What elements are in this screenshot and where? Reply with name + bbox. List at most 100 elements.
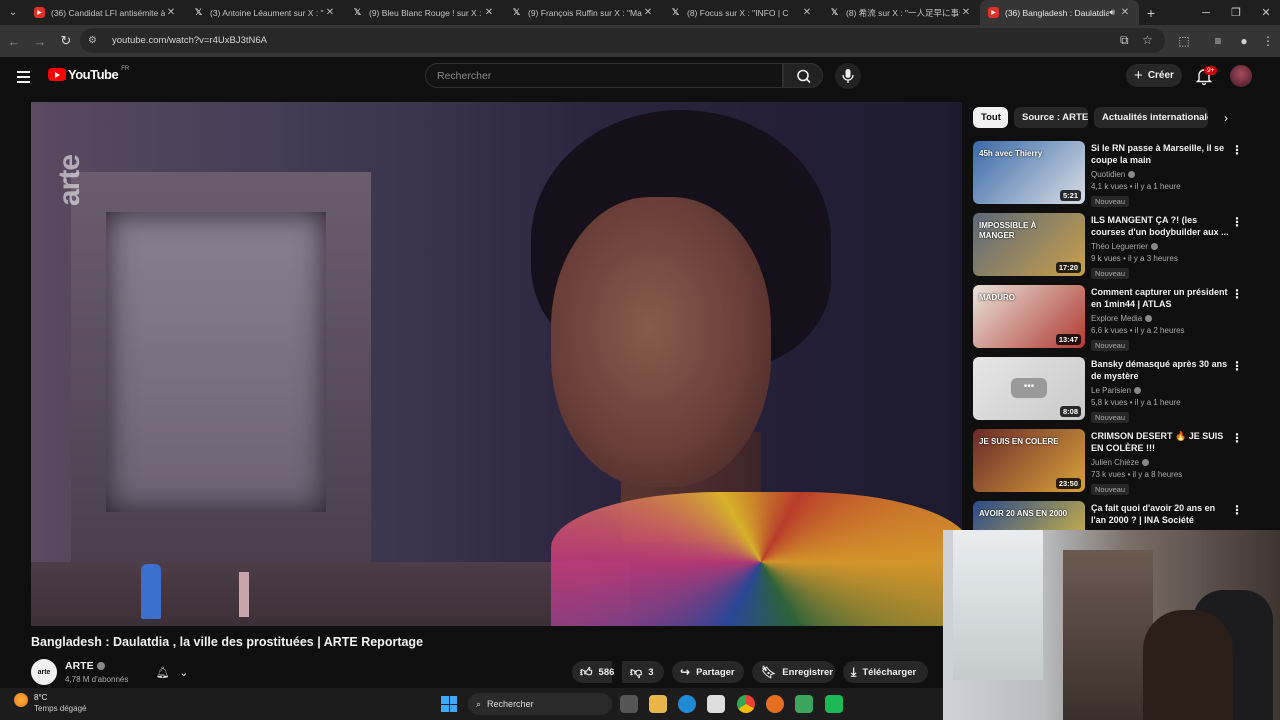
- recommendation-item[interactable]: 45h avec Thierry 5:21 Si le RN passe à M…: [973, 141, 1243, 207]
- recommendation-meta: 73 k vues • il y a 8 heures: [1091, 470, 1183, 479]
- video-thumbnail[interactable]: 45h avec Thierry 5:21: [973, 141, 1085, 204]
- close-tab-icon[interactable]: ✕: [324, 7, 336, 18]
- channel-avatar[interactable]: arte: [31, 659, 57, 685]
- close-tab-icon[interactable]: ✕: [642, 7, 654, 18]
- tab-search-chevron-icon[interactable]: ⌄: [0, 0, 26, 25]
- forward-icon[interactable]: →: [28, 29, 52, 53]
- profile-icon[interactable]: ●: [1232, 29, 1256, 53]
- close-tab-icon[interactable]: ✕: [1119, 7, 1131, 18]
- browser-tab[interactable]: 𝕏 (8) 希流 sur X : "一人足早に事件 ✕: [821, 0, 980, 25]
- file-explorer-icon[interactable]: [649, 695, 667, 713]
- more-options-icon[interactable]: ⋮: [1231, 143, 1243, 157]
- task-view-icon[interactable]: [620, 695, 638, 713]
- video-player[interactable]: arte: [31, 102, 962, 626]
- save-button[interactable]: 🔖︎ Enregistrer: [752, 661, 835, 683]
- download-button[interactable]: ⤓ Télécharger: [843, 661, 928, 683]
- video-thumbnail[interactable]: IMPOSSIBLE À MANGER 17:20: [973, 213, 1085, 276]
- taskbar-search[interactable]: ⌕ Rechercher: [468, 693, 612, 715]
- recommendation-channel[interactable]: Explore Media: [1091, 314, 1229, 323]
- create-button[interactable]: + Créer: [1126, 64, 1182, 87]
- recommendation-channel[interactable]: Théo Leguerrier: [1091, 242, 1229, 251]
- recommendation-title[interactable]: ILS MANGENT ÇA ?! (les courses d'un body…: [1091, 214, 1229, 238]
- verified-icon: [96, 662, 105, 670]
- browser-tab[interactable]: 𝕏 (9) Bleu Blanc Rouge ! sur X : ✕: [344, 0, 503, 25]
- video-thumbnail[interactable]: JE SUIS EN COLERE 23:50: [973, 429, 1085, 492]
- recommendation-title[interactable]: Bansky démasqué après 30 ans de mystère: [1091, 358, 1229, 382]
- tab-title: (36) Bangladesh : Daulatdia: [1005, 7, 1110, 18]
- recommendation-title[interactable]: Si le RN passe à Marseille, il se coupe …: [1091, 142, 1229, 166]
- reload-icon[interactable]: ↻: [54, 29, 78, 53]
- share-button[interactable]: ↪ Partager: [672, 661, 744, 683]
- store-icon[interactable]: [707, 695, 725, 713]
- weather-temperature[interactable]: 8°C: [34, 693, 47, 702]
- taskbar-search-label: Rechercher: [487, 699, 534, 709]
- maximize-icon[interactable]: ❐: [1220, 0, 1252, 25]
- cast-icon[interactable]: ⧉: [1120, 33, 1129, 48]
- bookmark-star-icon[interactable]: ☆: [1142, 33, 1153, 47]
- recommendation-channel[interactable]: Julien Chièze: [1091, 458, 1229, 467]
- new-tab-button[interactable]: +: [1139, 5, 1163, 21]
- voice-search-button[interactable]: [835, 63, 861, 89]
- close-tab-icon[interactable]: ✕: [483, 7, 495, 18]
- like-button[interactable]: 👍︎ 586: [572, 661, 614, 683]
- browser-tab[interactable]: 𝕏 (3) Antoine Léaument sur X : " ✕: [185, 0, 344, 25]
- close-window-icon[interactable]: ✕: [1250, 0, 1280, 25]
- more-options-icon[interactable]: ⋮: [1231, 503, 1243, 517]
- site-info-icon[interactable]: ⚙: [88, 35, 102, 46]
- chrome-icon[interactable]: [737, 695, 755, 713]
- more-options-icon[interactable]: ⋮: [1231, 287, 1243, 301]
- close-tab-icon[interactable]: ✕: [801, 7, 813, 18]
- more-options-icon[interactable]: ⋮: [1231, 359, 1243, 373]
- extensions-icon[interactable]: ⬚: [1172, 29, 1196, 53]
- recommendation-title[interactable]: Ça fait quoi d'avoir 20 ans en l'an 2000…: [1091, 502, 1229, 526]
- recommendation-item[interactable]: ••• 8:08 Bansky démasqué après 30 ans de…: [973, 357, 1243, 423]
- omnibox[interactable]: ⚙ youtube.com/watch?v=r4UxBJ3tN6A ⧉ ☆: [80, 28, 1165, 53]
- channel-name[interactable]: ARTE: [65, 660, 105, 672]
- minimize-icon[interactable]: ─: [1190, 0, 1222, 25]
- browser-tab[interactable]: ▶ (36) Candidat LFI antisémite à l' ✕: [26, 0, 185, 25]
- subscription-bell-button[interactable]: 🔔︎ ⌄: [151, 662, 193, 682]
- audio-playing-icon[interactable]: 🔊︎: [1109, 7, 1115, 18]
- search-button[interactable]: [783, 63, 823, 88]
- video-thumbnail[interactable]: MADURO 13:47: [973, 285, 1085, 348]
- browser-tab[interactable]: 𝕏 (9) François Ruffin sur X : "Ma r ✕: [503, 0, 662, 25]
- weather-description[interactable]: Temps dégagé: [34, 704, 86, 713]
- video-thumbnail[interactable]: ••• 8:08: [973, 357, 1085, 420]
- recommendation-item[interactable]: MADURO 13:47 Comment capturer un préside…: [973, 285, 1243, 351]
- chevron-right-icon[interactable]: ›: [1217, 109, 1235, 127]
- recommendation-item[interactable]: IMPOSSIBLE À MANGER 17:20 ILS MANGENT ÇA…: [973, 213, 1243, 279]
- recommendation-title[interactable]: Comment capturer un président en 1min44 …: [1091, 286, 1229, 310]
- chip-source-arte[interactable]: Source : ARTE: [1014, 107, 1088, 128]
- windows-start-icon[interactable]: [441, 696, 457, 712]
- dislike-button[interactable]: 👎︎ 3: [622, 661, 664, 683]
- recommendation-item[interactable]: AVOIR 20 ANS EN 2000 Ça fait quoi d'avoi…: [973, 501, 1243, 530]
- spotify-icon[interactable]: [825, 695, 843, 713]
- chip-all[interactable]: Tout: [973, 107, 1008, 128]
- back-icon[interactable]: ←: [2, 29, 26, 53]
- app-icon[interactable]: [795, 695, 813, 713]
- browser-menu-icon[interactable]: ⋮: [1256, 29, 1280, 53]
- close-tab-icon[interactable]: ✕: [165, 7, 177, 18]
- browser-tab[interactable]: 𝕏 (8) Focus sur X : "INFO | C ✕: [662, 0, 821, 25]
- x-favicon-icon: 𝕏: [512, 7, 521, 17]
- recommendation-item[interactable]: JE SUIS EN COLERE 23:50 CRIMSON DESERT 🔥…: [973, 429, 1243, 495]
- media-controls-icon[interactable]: ≡: [1206, 29, 1230, 53]
- close-tab-icon[interactable]: ✕: [960, 7, 972, 18]
- weather-sun-icon[interactable]: [14, 693, 28, 707]
- video-thumbnail[interactable]: AVOIR 20 ANS EN 2000: [973, 501, 1085, 530]
- more-options-icon[interactable]: ⋮: [1231, 215, 1243, 229]
- browser-tab[interactable]: ▶ (36) Bangladesh : Daulatdia 🔊︎ ✕: [980, 0, 1139, 25]
- recommendation-title[interactable]: CRIMSON DESERT 🔥 JE SUIS EN COLÈRE !!!: [1091, 430, 1229, 454]
- account-avatar[interactable]: [1230, 65, 1252, 87]
- verified-icon: [1128, 171, 1136, 178]
- guide-menu-icon[interactable]: [14, 66, 34, 86]
- recommendation-channel[interactable]: Le Parisien: [1091, 386, 1229, 395]
- chip-international-news[interactable]: Actualités internationales: [1094, 107, 1208, 128]
- more-options-icon[interactable]: ⋮: [1231, 431, 1243, 445]
- youtube-logo[interactable]: YouTube FR: [48, 66, 129, 82]
- search-input[interactable]: Rechercher: [425, 63, 783, 88]
- edge-icon[interactable]: [678, 695, 696, 713]
- recommendation-channel[interactable]: Quotidien: [1091, 170, 1229, 179]
- firefox-icon[interactable]: [766, 695, 784, 713]
- search-placeholder: Rechercher: [437, 69, 492, 82]
